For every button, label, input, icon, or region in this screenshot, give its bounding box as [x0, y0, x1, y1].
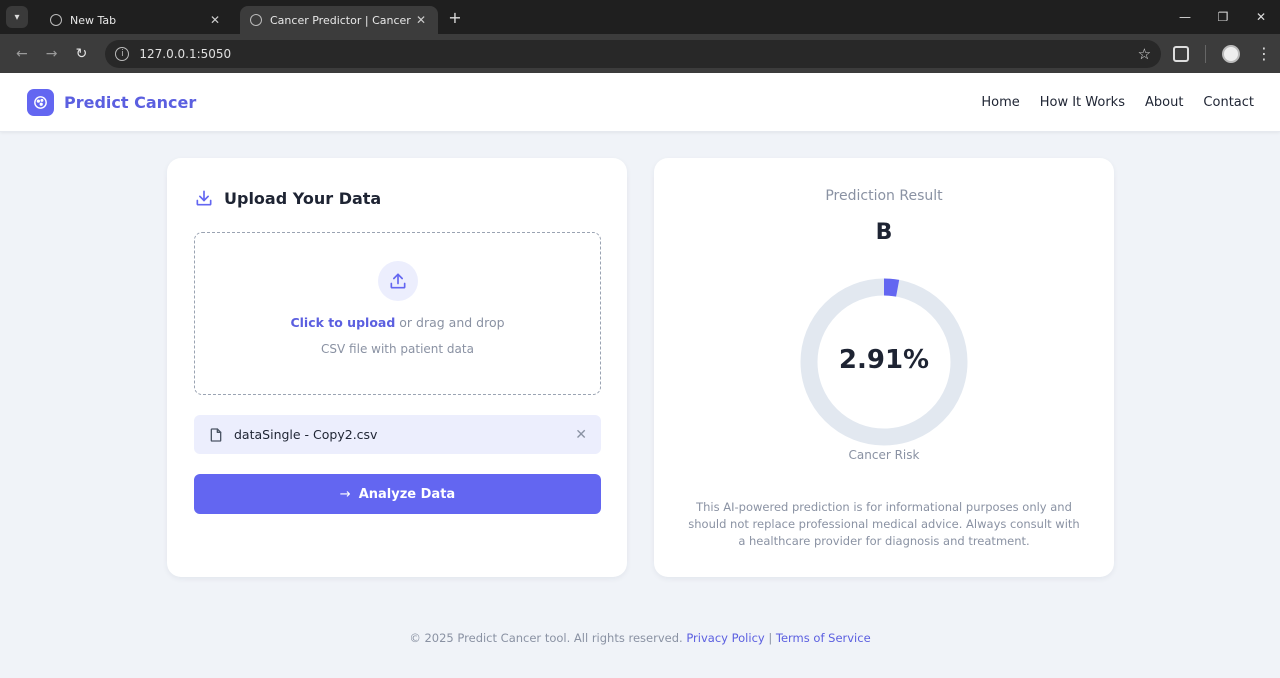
browser-toolbar: ⋮	[1173, 44, 1272, 63]
browser-address-bar: ← → ↻ i 127.0.0.1:5050 ☆ ⋮	[0, 34, 1280, 73]
restore-icon[interactable]: ❐	[1204, 0, 1242, 34]
logo-text[interactable]: Predict Cancer	[64, 93, 196, 112]
bookmark-star-icon[interactable]: ☆	[1138, 45, 1151, 63]
risk-label: Cancer Risk	[848, 448, 920, 462]
nav-about[interactable]: About	[1145, 95, 1183, 110]
main-nav: Home How It Works About Contact	[981, 95, 1254, 110]
analyze-button-label: Analyze Data	[358, 486, 456, 502]
analyze-data-button[interactable]: → Analyze Data	[194, 474, 601, 514]
tab-title: Cancer Predictor | Cancer Predic	[270, 13, 414, 27]
copyright-text: © 2025 Predict Cancer tool. All rights r…	[409, 631, 687, 645]
tab-title: New Tab	[70, 13, 117, 27]
chrome-icon	[50, 14, 62, 26]
forward-icon[interactable]: →	[38, 40, 66, 68]
arrow-right-icon: →	[339, 486, 351, 502]
prediction-result-card: Prediction Result B 2.91% Cancer Risk Th…	[654, 158, 1114, 577]
file-dropzone[interactable]: Click to upload or drag and drop CSV fil…	[194, 232, 601, 395]
footer-separator: |	[764, 631, 776, 645]
page-footer: © 2025 Predict Cancer tool. All rights r…	[0, 631, 1280, 645]
close-window-icon[interactable]: ✕	[1242, 0, 1280, 34]
result-title: Prediction Result	[825, 188, 943, 204]
site-info-icon[interactable]: i	[115, 46, 130, 61]
dropzone-instruction: Click to upload or drag and drop	[195, 315, 600, 330]
tab-search-button[interactable]: ▾	[6, 6, 28, 28]
back-icon[interactable]: ←	[8, 40, 36, 68]
main-content: Upload Your Data Click to upload or drag…	[0, 132, 1280, 578]
globe-icon	[250, 14, 262, 26]
window-controls: — ❐ ✕	[1166, 0, 1280, 34]
upload-header: Upload Your Data	[194, 188, 381, 208]
url-text[interactable]: 127.0.0.1:5050	[139, 47, 1137, 61]
browser-tab-bar: ▾ New Tab ✕ Cancer Predictor | Cancer Pr…	[0, 0, 1280, 34]
privacy-policy-link[interactable]: Privacy Policy	[686, 631, 764, 645]
browser-menu-icon[interactable]: ⋮	[1256, 44, 1272, 63]
close-tab-icon[interactable]: ✕	[208, 13, 222, 27]
medical-disclaimer: This AI-powered prediction is for inform…	[688, 500, 1080, 548]
close-tab-icon[interactable]: ✕	[414, 13, 428, 27]
click-to-upload-link[interactable]: Click to upload	[290, 315, 395, 330]
upload-icon	[378, 261, 418, 301]
upload-title: Upload Your Data	[224, 188, 382, 208]
file-icon	[210, 427, 222, 442]
prediction-class: B	[875, 220, 893, 245]
dropzone-hint: CSV file with patient data	[321, 342, 474, 356]
remove-file-icon[interactable]: ✕	[575, 427, 587, 443]
reload-icon[interactable]: ↻	[68, 40, 96, 68]
logo-icon[interactable]	[27, 88, 54, 116]
upload-card: Upload Your Data Click to upload or drag…	[167, 158, 627, 577]
toolbar-divider	[1205, 44, 1207, 63]
profile-avatar[interactable]	[1222, 44, 1241, 63]
extensions-icon[interactable]	[1173, 45, 1190, 62]
nav-contact[interactable]: Contact	[1203, 95, 1254, 110]
minimize-icon[interactable]: —	[1166, 0, 1204, 34]
url-field[interactable]: i 127.0.0.1:5050 ☆	[105, 39, 1162, 68]
nav-home[interactable]: Home	[981, 95, 1019, 110]
download-icon	[196, 190, 212, 206]
drag-drop-text: or drag and drop	[395, 315, 505, 330]
browser-tab-cancer-predictor[interactable]: Cancer Predictor | Cancer Predic ✕	[240, 6, 438, 34]
new-tab-button[interactable]: +	[444, 8, 466, 27]
file-name: dataSingle - Copy2.csv	[234, 427, 378, 442]
risk-percentage: 2.91%	[838, 345, 930, 375]
app-header: Predict Cancer Home How It Works About C…	[0, 73, 1280, 132]
nav-how-it-works[interactable]: How It Works	[1040, 95, 1125, 110]
browser-tab-new-tab[interactable]: New Tab ✕	[40, 6, 232, 34]
selected-file: dataSingle - Copy2.csv ✕	[194, 415, 601, 454]
terms-of-service-link[interactable]: Terms of Service	[776, 631, 871, 645]
